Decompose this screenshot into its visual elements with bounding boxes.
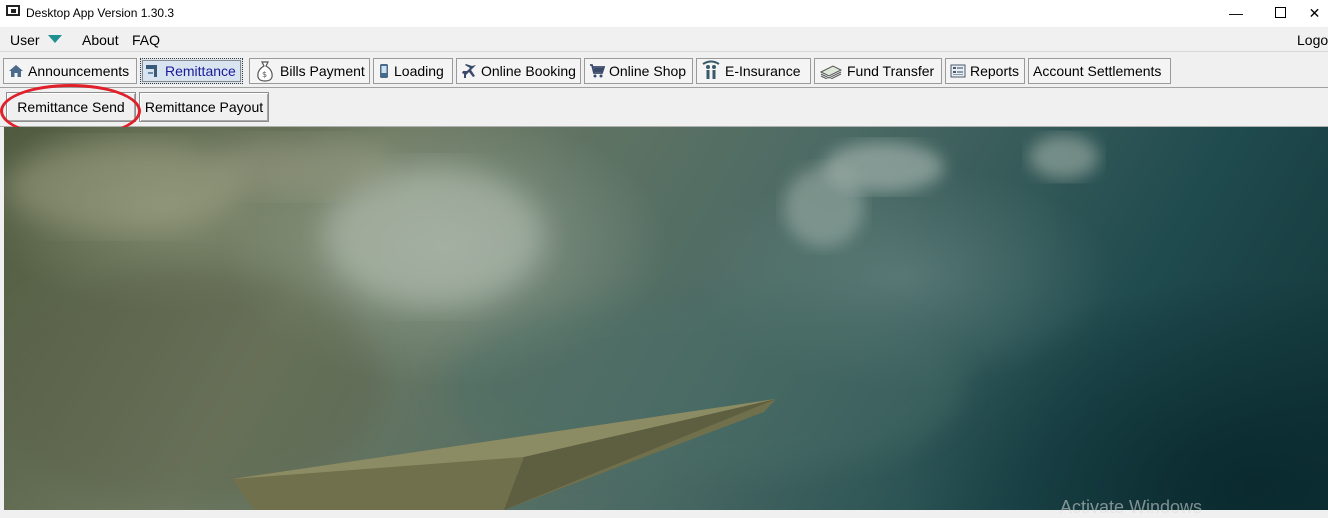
tab-label: Online Shop [609, 63, 687, 79]
tab-label: Online Booking [481, 63, 576, 79]
money-bag-icon: $ [254, 60, 276, 82]
tab-label: Account Settlements [1033, 63, 1162, 79]
minimize-button[interactable]: — [1213, 0, 1259, 27]
tab-label: Bills Payment [280, 63, 365, 79]
menu-about[interactable]: About [82, 32, 119, 48]
paper-plane-illustration [4, 135, 1099, 510]
background-image [4, 127, 1328, 510]
tab-label: Remittance [165, 63, 236, 79]
remittance-send-button[interactable]: Remittance Send [6, 92, 136, 122]
home-icon [8, 63, 24, 79]
family-icon [701, 60, 721, 82]
tab-reports[interactable]: Reports [945, 58, 1025, 84]
tab-remittance[interactable]: Remittance [140, 58, 243, 84]
title-bar: Desktop App Version 1.30.3 — ✕ [0, 0, 1328, 27]
menu-user[interactable]: User [10, 32, 62, 48]
menu-bar: User About FAQ Logo [0, 28, 1328, 52]
svg-text:$: $ [262, 70, 267, 79]
airplane-icon [461, 63, 477, 79]
cart-icon [589, 63, 606, 79]
close-button[interactable]: ✕ [1301, 0, 1328, 27]
app-icon [6, 5, 20, 16]
tab-fund-transfer[interactable]: Fund Transfer [814, 58, 942, 84]
tab-label: E-Insurance [725, 63, 801, 79]
phone-icon [378, 63, 390, 79]
remittance-payout-button[interactable]: Remittance Payout [139, 92, 269, 122]
tab-account-settlements[interactable]: Account Settlements [1028, 58, 1171, 84]
main-tab-strip: Announcements Remittance $ Bills Payment… [0, 53, 1328, 88]
tab-online-booking[interactable]: Online Booking [456, 58, 581, 84]
tab-loading[interactable]: Loading [373, 58, 453, 84]
tab-label: Fund Transfer [847, 63, 935, 79]
sub-tab-strip: Remittance Send Remittance Payout [0, 88, 1328, 127]
tab-online-shop[interactable]: Online Shop [584, 58, 693, 84]
tab-label: Reports [970, 63, 1020, 79]
window-title: Desktop App Version 1.30.3 [26, 6, 175, 20]
tab-announcements[interactable]: Announcements [3, 58, 137, 84]
tab-label: Announcements [28, 63, 130, 79]
tab-e-insurance[interactable]: E-Insurance [696, 58, 811, 84]
tab-bills-payment[interactable]: $ Bills Payment [249, 58, 370, 84]
menu-user-label: User [10, 32, 40, 48]
menu-faq[interactable]: FAQ [132, 32, 160, 48]
activation-watermark: Activate Windows [1060, 497, 1203, 517]
maximize-icon [1274, 7, 1286, 18]
caret-down-icon [47, 35, 62, 43]
remittance-icon [145, 63, 161, 79]
tab-label: Loading [394, 63, 444, 79]
cash-stack-icon [819, 63, 843, 81]
maximize-button[interactable] [1257, 0, 1303, 27]
menu-logout[interactable]: Logo [1297, 32, 1328, 48]
report-icon [950, 63, 966, 79]
